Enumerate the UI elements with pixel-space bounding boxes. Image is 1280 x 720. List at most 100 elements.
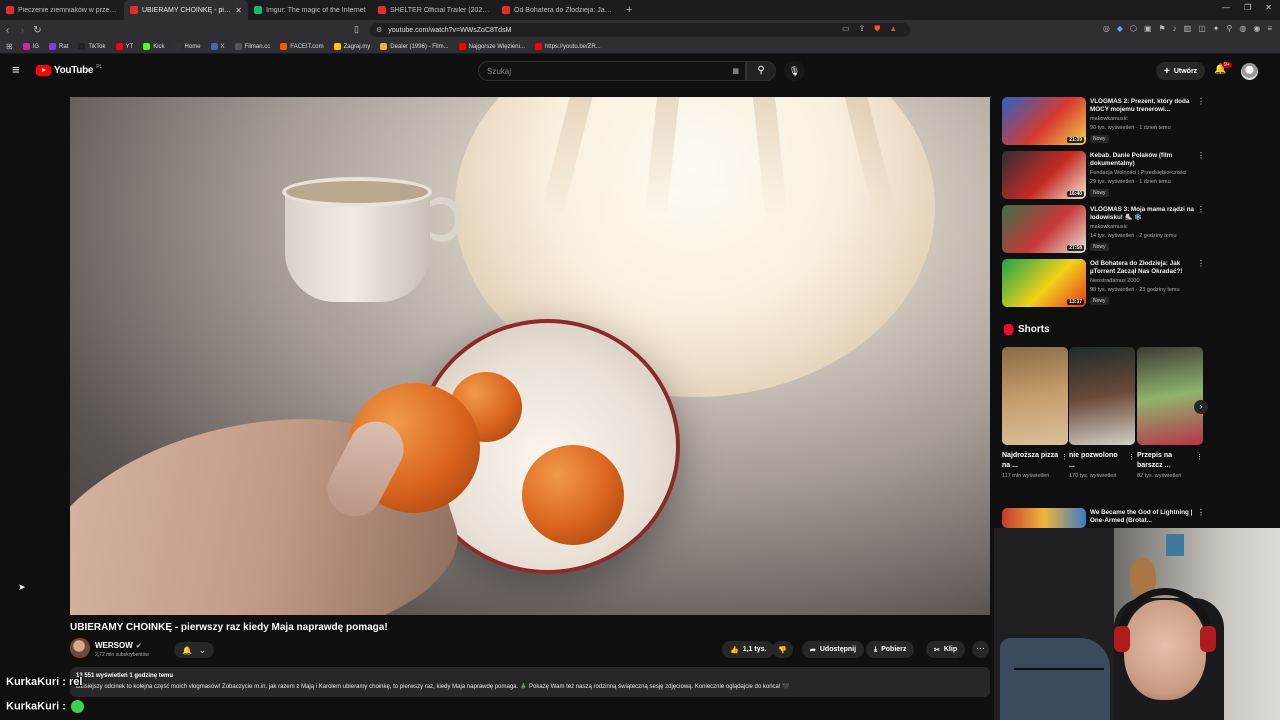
recommendation-item[interactable]: 16:40 Kebab. Danie Polaków (film dokument… [1002, 151, 1207, 201]
video-player[interactable] [70, 97, 990, 615]
bookmark-item[interactable]: Rat [49, 43, 68, 50]
recommendation-thumbnail[interactable]: 16:40 [1002, 151, 1086, 199]
kebab-menu-icon[interactable]: ⋮ [1197, 151, 1205, 160]
close-tab-icon[interactable]: ✕ [235, 6, 242, 15]
channel-avatar[interactable] [70, 638, 90, 658]
recommendation-channel[interactable]: Fundacja Wolności i Przedsiębiorczości [1090, 170, 1208, 176]
url-field[interactable]: ⚙ youtube.com/watch?v=WWsZoC8TdsM [370, 23, 910, 37]
forward-icon[interactable]: › [15, 25, 30, 36]
recommendation-title[interactable]: VLOGMAS 2: Prezent, który doda MOCY moje… [1090, 98, 1194, 114]
short-title[interactable]: Najdroższa pizza na ... [1002, 451, 1058, 471]
browser-tab[interactable]: Pieczenie ziemniaków w przewróconym [0, 0, 124, 20]
kebab-menu-icon[interactable]: ⋮ [1128, 453, 1135, 461]
kebab-menu-icon[interactable]: ⋮ [1197, 97, 1205, 106]
profile-icon[interactable]: ◉ [1253, 24, 1260, 33]
recommendation-channel[interactable]: makowkamusic [1090, 224, 1208, 230]
extension-icon[interactable]: ♪ [1173, 24, 1177, 33]
recommendation-thumbnail[interactable]: 27:58 [1002, 205, 1086, 253]
site-info-icon[interactable]: ⚙ [376, 26, 382, 34]
voice-search-button[interactable]: 🎙 [784, 61, 805, 81]
recommendation-channel[interactable]: makowkamusic [1090, 116, 1208, 122]
short-item[interactable]: nie pozwolono ... 170 tys. wyświetleń ⋮ [1069, 347, 1135, 480]
sidebar-toggle-icon[interactable]: ▥ [1184, 24, 1192, 33]
extension-icon[interactable]: ◍ [1239, 24, 1246, 33]
recommendation-item[interactable]: 21:39 VLOGMAS 2: Prezent, który doda MOCY… [1002, 97, 1207, 147]
keyboard-icon[interactable]: ▦ [732, 67, 739, 75]
short-title[interactable]: nie pozwolono ... [1069, 451, 1125, 471]
recommendation-channel[interactable]: Neostradamus 2000 [1090, 278, 1208, 284]
pip-icon[interactable]: ▭ [842, 24, 850, 34]
recommendation-title[interactable]: Kebab. Danie Polaków (film dokumentalny) [1090, 152, 1194, 168]
clip-button[interactable]: ✂ Klip [926, 641, 966, 658]
kebab-menu-icon[interactable]: ⋮ [1197, 205, 1205, 214]
recommendation-item[interactable]: 13:37 Od Bohatera do Złodzieja: Jak µTorr… [1002, 259, 1207, 309]
short-item[interactable]: Przepis na barszcz ... 82 tys. wyświetleń… [1137, 347, 1203, 480]
recommendation-thumbnail[interactable]: 21:39 [1002, 97, 1086, 145]
bookmark-item[interactable]: Kick [143, 43, 165, 50]
bookmark-item[interactable]: Dealer (1996) - Film... [380, 43, 449, 50]
recommendation-title[interactable]: We Became the God of Lightning | One-Arm… [1090, 509, 1194, 525]
youtube-logo[interactable]: YouTube PL [36, 64, 102, 76]
short-thumbnail[interactable] [1069, 347, 1135, 445]
bookmark-item[interactable]: IG [22, 43, 39, 50]
bookmark-item[interactable]: Filman.cc [234, 43, 270, 50]
bookmark-item[interactable]: YT [115, 43, 133, 50]
bookmark-item[interactable]: Home [174, 43, 201, 50]
back-icon[interactable]: ‹ [0, 25, 15, 36]
extension-icon[interactable]: ◆ [1117, 24, 1123, 33]
browser-tab[interactable]: SHELTER Official Trailer (2026) Jason [372, 0, 496, 20]
bookmark-item[interactable]: TikTok [78, 43, 106, 50]
kebab-menu-icon[interactable]: ⋮ [1196, 453, 1203, 461]
short-thumbnail[interactable] [1002, 347, 1068, 445]
apps-grid-icon[interactable]: ⊞ [6, 42, 13, 51]
kebab-menu-icon[interactable]: ⋮ [1197, 259, 1205, 268]
extension-icon[interactable]: ▣ [1144, 24, 1152, 33]
close-window-icon[interactable]: ✕ [1265, 3, 1272, 12]
kebab-menu-icon[interactable]: ⋮ [1061, 453, 1068, 461]
browser-tab[interactable]: Imgur: The magic of the Internet [248, 0, 372, 20]
create-button[interactable]: + Utwórz [1156, 62, 1206, 80]
bookmark-item[interactable]: Najgorsze Więzieni... [458, 43, 525, 50]
bookmark-item[interactable]: Zagraj.my [333, 43, 370, 50]
recommendation-title[interactable]: VLOGMAS 3: Moja mama rządzi na lodowisku… [1090, 206, 1194, 222]
channel-name-row[interactable]: WERSOW ✔ [95, 641, 142, 650]
new-tab-button[interactable]: + [620, 4, 638, 16]
subscription-bell-button[interactable]: 🔔 ⌄ [174, 642, 214, 658]
recommendation-thumbnail[interactable] [1002, 508, 1086, 528]
description-box[interactable] [70, 667, 990, 697]
share-page-icon[interactable]: ⇪ [859, 24, 866, 34]
short-thumbnail[interactable] [1137, 347, 1203, 445]
more-actions-button[interactable]: ⋯ [972, 641, 989, 658]
extension-icon[interactable]: ⬡ [1130, 24, 1137, 33]
extension-icon[interactable]: ◫ [1198, 24, 1206, 33]
reload-icon[interactable]: ↻ [30, 25, 45, 36]
extension-icon[interactable]: ⚑ [1159, 24, 1166, 33]
browser-tab[interactable]: Od Bohatera do Złodzieja: Jak µTorrent [496, 0, 620, 20]
kebab-menu-icon[interactable]: ⋮ [1197, 508, 1205, 517]
brave-shield-icon[interactable]: ⛊ [874, 24, 880, 34]
browser-tab[interactable]: UBIERAMY CHOINKĘ - pierwszy raz ✕ [124, 0, 248, 20]
search-input[interactable]: Szukaj ▦ [478, 61, 746, 81]
bookmark-item[interactable]: X [210, 43, 225, 50]
download-button[interactable]: ⤓ Pobierz [866, 641, 915, 658]
share-button[interactable]: ➦ Udostępnij [802, 641, 865, 658]
short-item[interactable]: Najdroższa pizza na ... 117 mln wyświetle… [1002, 347, 1068, 480]
rewards-icon[interactable]: ▲ [889, 24, 897, 34]
browser-menu-icon[interactable]: ≡ [1267, 24, 1272, 33]
recommendation-thumbnail[interactable]: 13:37 [1002, 259, 1086, 307]
bookmark-item[interactable]: https://youtu.be/ZR... [534, 43, 601, 50]
dislike-button[interactable]: 👎 [772, 641, 793, 658]
recommendation-item[interactable]: 27:58 VLOGMAS 3: Moja mama rządzi na lodo… [1002, 205, 1207, 255]
short-title[interactable]: Przepis na barszcz ... [1137, 451, 1193, 471]
extension-icon[interactable]: ✦ [1213, 24, 1220, 33]
bookmark-icon[interactable]: ▯ [354, 24, 359, 35]
like-button[interactable]: 👍 1,1 tys. [722, 641, 775, 658]
search-button[interactable]: ⚲ [746, 61, 776, 81]
shorts-next-button[interactable]: › [1194, 400, 1208, 414]
hamburger-menu-icon[interactable]: ≡ [12, 63, 20, 76]
restore-icon[interactable]: ❐ [1244, 3, 1251, 12]
minimize-icon[interactable]: — [1222, 3, 1230, 12]
extension-icon[interactable]: ◎ [1103, 24, 1110, 33]
bookmark-item[interactable]: FACEIT.com [280, 43, 324, 50]
account-avatar[interactable] [1241, 63, 1258, 80]
